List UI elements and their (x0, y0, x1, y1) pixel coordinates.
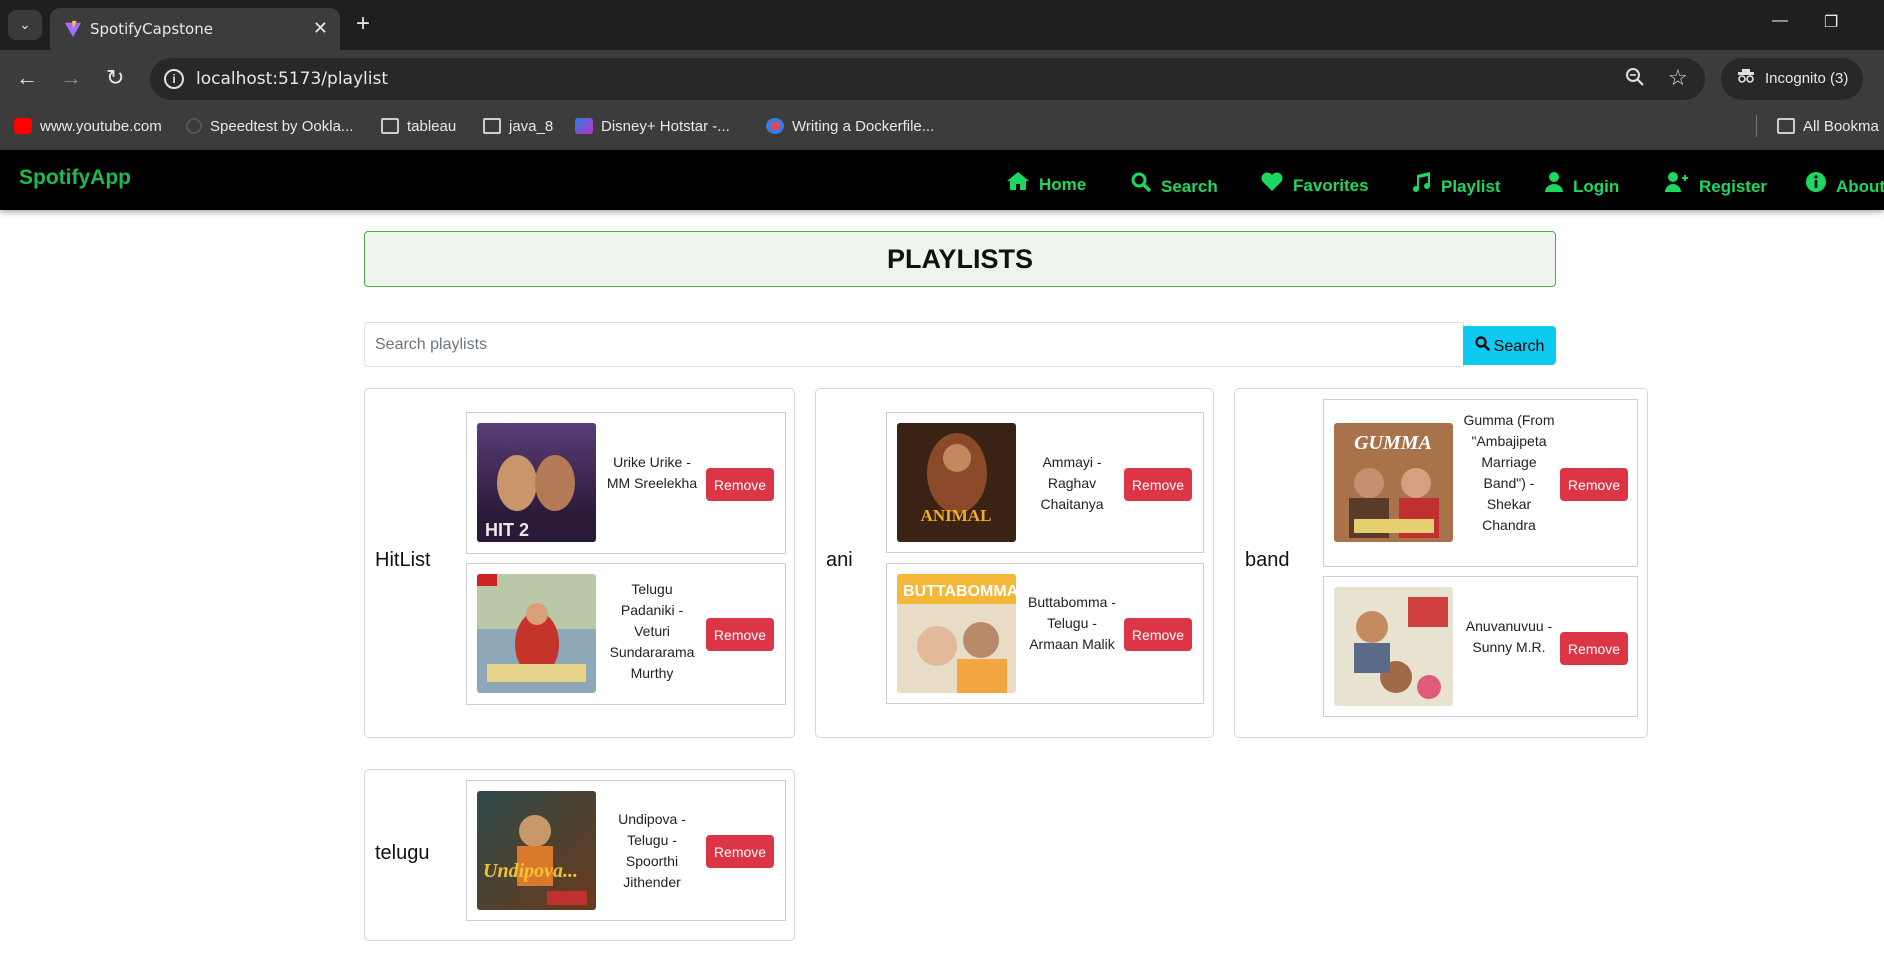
bookmark-all-bookmarks[interactable]: All Bookma (1777, 118, 1879, 135)
playlist-song-item: Telugu Padaniki - Veturi Sundararama Mur… (466, 563, 786, 705)
playlist-name: band (1245, 549, 1290, 571)
url-text[interactable]: localhost:5173/playlist (196, 69, 388, 89)
playlist-song-item: ANIMAL Ammayi - Raghav Chaitanya Remove (886, 412, 1204, 553)
bookmark-hotstar[interactable]: Disney+ Hotstar -... (575, 118, 730, 135)
bookmarks-bar: www.youtube.com Speedtest by Ookla... ta… (0, 108, 1884, 150)
playlist-song-item: GUMMA Gumma (From "Ambajipeta Marriage B… (1323, 399, 1638, 567)
album-cover-image: HIT 2 (477, 423, 596, 542)
album-cover-image: Undipova... (477, 791, 596, 910)
remove-button[interactable]: Remove (706, 618, 774, 651)
speedtest-icon (186, 118, 202, 134)
zoom-icon[interactable] (1625, 67, 1645, 93)
bookmarks-divider (1756, 115, 1757, 137)
bookmark-folder-tableau[interactable]: tableau (381, 118, 456, 135)
heart-icon (1261, 172, 1283, 196)
tab-close-icon[interactable]: ✕ (313, 18, 328, 39)
album-cover-image (477, 574, 596, 693)
page-title: PLAYLISTS (364, 231, 1556, 287)
album-cover-image: GUMMA (1334, 423, 1453, 542)
nav-search[interactable]: Search (1131, 172, 1218, 197)
playlist-card-ani: ani ANIMAL Ammayi - Raghav Chaitanya Rem… (815, 388, 1214, 738)
browser-tab[interactable]: SpotifyCapstone ✕ (50, 8, 340, 50)
svg-text:Undipova...: Undipova... (483, 860, 578, 882)
playlist-song-item: Anuvanuvuu - Sunny M.R. Remove (1323, 576, 1638, 717)
site-info-icon[interactable]: i (164, 69, 184, 89)
app-navbar: SpotifyApp Home Search Favorites Playlis… (0, 150, 1884, 210)
address-bar: ← → ↻ i localhost:5173/playlist ☆ Incogn… (0, 50, 1884, 108)
hotstar-icon (575, 118, 593, 134)
brand-logo[interactable]: SpotifyApp (19, 166, 131, 190)
incognito-label: Incognito (3) (1765, 70, 1849, 87)
song-title: Telugu Padaniki - Veturi Sundararama Mur… (609, 581, 695, 681)
nav-about[interactable]: About (1806, 172, 1884, 197)
remove-button[interactable]: Remove (1560, 632, 1628, 665)
user-icon (1545, 172, 1563, 197)
youtube-icon (14, 118, 32, 134)
home-icon (1007, 172, 1029, 195)
playlist-card-hitlist: HitList HIT 2 Urike Urike - MM Sreelekha… (364, 388, 795, 738)
playlist-name: ani (826, 549, 853, 571)
docker-docs-icon (766, 118, 784, 134)
song-title: Buttabomma - Telugu - Armaan Malik (1028, 594, 1116, 652)
song-title: Ammayi - Raghav Chaitanya (1040, 454, 1104, 512)
bookmark-youtube[interactable]: www.youtube.com (14, 118, 162, 135)
folder-icon (483, 118, 501, 134)
folder-icon (1777, 118, 1795, 134)
incognito-icon (1737, 58, 1755, 100)
song-title: Gumma (From "Ambajipeta Marriage Band") … (1463, 412, 1555, 533)
info-icon (1806, 172, 1826, 197)
playlist-card-telugu: telugu Undipova... Undipova - Telugu - S… (364, 769, 795, 941)
tab-search-dropdown-icon[interactable]: ⌄ (8, 10, 42, 40)
song-title: Urike Urike - MM Sreelekha (606, 454, 698, 491)
bookmark-folder-java8[interactable]: java_8 (483, 118, 553, 135)
back-icon[interactable]: ← (16, 64, 38, 92)
vite-logo-icon (64, 20, 82, 38)
nav-register[interactable]: Register (1665, 172, 1767, 197)
playlist-song-item: BUTTABOMMA Buttabomma - Telugu - Armaan … (886, 563, 1204, 704)
music-note-icon (1411, 172, 1431, 197)
bookmark-speedtest[interactable]: Speedtest by Ookla... (186, 118, 353, 135)
incognito-badge[interactable]: Incognito (3) (1721, 58, 1863, 100)
playlist-search-input[interactable] (364, 322, 1464, 367)
nav-playlist[interactable]: Playlist (1411, 172, 1501, 197)
album-cover-image: ANIMAL (897, 423, 1016, 542)
playlist-card-band: band GUMMA Gumma (From "Ambajipeta Marri… (1234, 388, 1648, 738)
new-tab-icon[interactable]: + (356, 10, 370, 38)
minimize-icon[interactable]: — (1772, 12, 1788, 30)
playlist-song-item: HIT 2 Urike Urike - MM Sreelekha Remove (466, 412, 786, 554)
reload-icon[interactable]: ↻ (106, 64, 124, 92)
svg-text:ANIMAL: ANIMAL (921, 506, 992, 525)
search-button[interactable]: Search (1463, 326, 1556, 365)
search-icon (1475, 335, 1490, 356)
song-title: Anuvanuvuu - Sunny M.R. (1465, 618, 1553, 655)
svg-text:GUMMA: GUMMA (1354, 432, 1432, 454)
album-cover-image (1334, 587, 1453, 706)
browser-tab-bar: ⌄ SpotifyCapstone ✕ + — ❐ (0, 0, 1884, 50)
nav-favorites[interactable]: Favorites (1261, 172, 1369, 196)
remove-button[interactable]: Remove (1560, 468, 1628, 501)
nav-home[interactable]: Home (1007, 172, 1086, 195)
playlist-name: HitList (375, 549, 431, 571)
album-cover-image: BUTTABOMMA (897, 574, 1016, 693)
remove-button[interactable]: Remove (706, 468, 774, 501)
restore-icon[interactable]: ❐ (1824, 12, 1838, 32)
forward-icon[interactable]: → (60, 64, 82, 92)
url-input[interactable]: i localhost:5173/playlist ☆ (150, 58, 1705, 100)
bookmark-docker[interactable]: Writing a Dockerfile... (766, 118, 934, 135)
remove-button[interactable]: Remove (706, 835, 774, 868)
playlist-name: telugu (375, 842, 430, 864)
remove-button[interactable]: Remove (1124, 468, 1192, 501)
nav-login[interactable]: Login (1545, 172, 1619, 197)
folder-icon (381, 118, 399, 134)
bookmark-star-icon[interactable]: ☆ (1668, 65, 1688, 91)
playlist-song-item: Undipova... Undipova - Telugu - Spoorthi… (466, 780, 786, 921)
svg-text:BUTTABOMMA: BUTTABOMMA (903, 583, 1016, 600)
song-title: Undipova - Telugu - Spoorthi Jithender (618, 811, 686, 890)
search-icon (1131, 172, 1152, 197)
user-plus-icon (1665, 172, 1689, 197)
svg-text:HIT 2: HIT 2 (485, 520, 529, 540)
tab-title: SpotifyCapstone (90, 20, 213, 38)
remove-button[interactable]: Remove (1124, 618, 1192, 651)
